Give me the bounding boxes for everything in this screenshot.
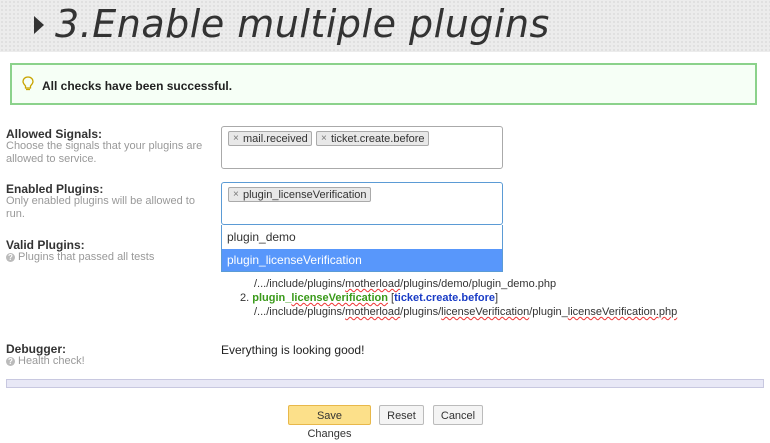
- enabled-plugins-select[interactable]: × plugin_licenseVerification: [221, 182, 503, 225]
- reset-button[interactable]: Reset: [379, 405, 424, 425]
- plugin-2-path: /.../include/plugins/motherload/plugins/…: [254, 306, 678, 318]
- allowed-signals-select[interactable]: × mail.received × ticket.create.before: [221, 126, 503, 169]
- dropdown-option-plugin-license-verification[interactable]: plugin_licenseVerification: [222, 249, 502, 271]
- allowed-signals-label: Allowed Signals:: [6, 127, 103, 141]
- signal-tag-mail-received[interactable]: × mail.received: [228, 131, 312, 146]
- plugin-2-line: 2. plugin_licenseVerification [ticket.cr…: [240, 292, 499, 304]
- remove-tag-icon[interactable]: ×: [321, 132, 327, 146]
- remove-tag-icon[interactable]: ×: [233, 132, 239, 146]
- plugin-tag-license-verification[interactable]: × plugin_licenseVerification: [228, 187, 371, 202]
- section-divider-bar: [6, 379, 764, 388]
- banner-title: 3.Enable multiple plugins: [55, 2, 550, 46]
- enabled-plugins-description: Only enabled plugins will be allowed to …: [6, 195, 195, 220]
- valid-plugins-help: ? Plugins that passed all tests: [6, 251, 206, 264]
- allowed-signals-description: Choose the signals that your plugins are…: [6, 140, 203, 165]
- title-banner: 3.Enable multiple plugins: [0, 0, 770, 52]
- enabled-plugins-dropdown: plugin_demo plugin_licenseVerification: [221, 225, 503, 272]
- help-icon: ?: [6, 357, 15, 366]
- plugin-2-signal: ticket.create.before: [394, 292, 495, 304]
- debugger-label: Debugger:: [6, 342, 66, 356]
- success-alert: All checks have been successful.: [10, 63, 757, 105]
- debugger-help: ? Health check!: [6, 355, 206, 368]
- success-message: All checks have been successful.: [42, 79, 233, 93]
- help-icon: ?: [6, 253, 15, 262]
- plugin-2-name: plugin_licenseVerification: [252, 292, 388, 304]
- remove-tag-icon[interactable]: ×: [233, 188, 239, 202]
- cancel-button[interactable]: Cancel: [433, 405, 483, 425]
- valid-plugins-label: Valid Plugins:: [6, 238, 85, 252]
- play-arrow-icon: [34, 16, 44, 34]
- dropdown-option-plugin-demo[interactable]: plugin_demo: [222, 226, 502, 248]
- enabled-plugins-label: Enabled Plugins:: [6, 182, 104, 196]
- lightbulb-icon: [22, 76, 34, 91]
- debugger-status: Everything is looking good!: [221, 343, 365, 357]
- save-changes-button[interactable]: Save Changes: [288, 405, 371, 440]
- signal-tag-ticket-create-before[interactable]: × ticket.create.before: [316, 131, 429, 146]
- plugin-1-path: /.../include/plugins/motherload/plugins/…: [254, 278, 557, 290]
